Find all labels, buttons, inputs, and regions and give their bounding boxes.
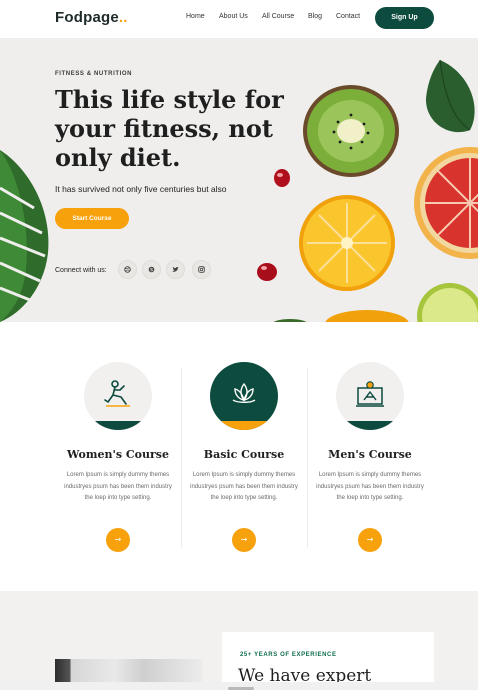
nav-blog[interactable]: Blog bbox=[308, 13, 322, 20]
logo-dot: .. bbox=[118, 9, 128, 26]
hero-fruit-illustration bbox=[0, 59, 478, 322]
hero-section: FITNESS & NUTRITION This life style for … bbox=[0, 38, 478, 322]
course-title: Women's Course bbox=[67, 448, 169, 461]
hero-subtitle: It has survived not only five centuries … bbox=[55, 184, 227, 194]
signup-button[interactable]: Sign Up bbox=[375, 7, 434, 29]
start-course-button[interactable]: Start Course bbox=[55, 208, 129, 229]
course-arrow-button[interactable]: → bbox=[106, 528, 130, 552]
nav-contact[interactable]: Contact bbox=[336, 13, 360, 20]
course-arrow-button[interactable]: → bbox=[232, 528, 256, 552]
hero-title: This life style for your fitness, not on… bbox=[55, 85, 284, 172]
nav-about-us[interactable]: About Us bbox=[219, 13, 248, 20]
twitter-icon[interactable] bbox=[166, 260, 185, 279]
about-section: 25+ YEARS OF EXPERIENCE We have expert bbox=[0, 591, 478, 690]
course-icon-circle bbox=[84, 362, 152, 430]
logo[interactable]: Fodpage.. bbox=[55, 9, 128, 26]
experience-label: 25+ YEARS OF EXPERIENCE bbox=[240, 652, 337, 658]
meditation-screen-icon bbox=[356, 381, 384, 407]
skype-icon[interactable] bbox=[142, 260, 161, 279]
course-icon-circle bbox=[210, 362, 278, 430]
course-title: Men's Course bbox=[328, 448, 412, 461]
course-description: Lorem Ipsum is simply dummy themes indus… bbox=[316, 472, 424, 501]
nav-all-course[interactable]: All Course bbox=[262, 13, 294, 20]
yoga-pose-icon bbox=[104, 380, 130, 407]
instagram-icon[interactable] bbox=[192, 260, 211, 279]
course-icon-circle bbox=[336, 362, 404, 430]
connect-label: Connect with us: bbox=[55, 267, 107, 274]
course-description: Lorem Ipsum is simply dummy themes indus… bbox=[190, 472, 298, 501]
site-header: Fodpage.. Home About Us All Course Blog … bbox=[0, 0, 478, 38]
dribbble-icon[interactable] bbox=[118, 260, 137, 279]
hero-eyebrow: FITNESS & NUTRITION bbox=[55, 71, 133, 77]
course-arrow-button[interactable]: → bbox=[358, 528, 382, 552]
logo-text: Fodpage bbox=[55, 9, 119, 26]
lotus-icon bbox=[232, 382, 256, 403]
page: Fodpage.. Home About Us All Course Blog … bbox=[0, 0, 478, 690]
course-description: Lorem Ipsum is simply dummy themes indus… bbox=[64, 472, 172, 501]
course-title: Basic Course bbox=[203, 448, 285, 461]
nav-home[interactable]: Home bbox=[186, 13, 205, 20]
